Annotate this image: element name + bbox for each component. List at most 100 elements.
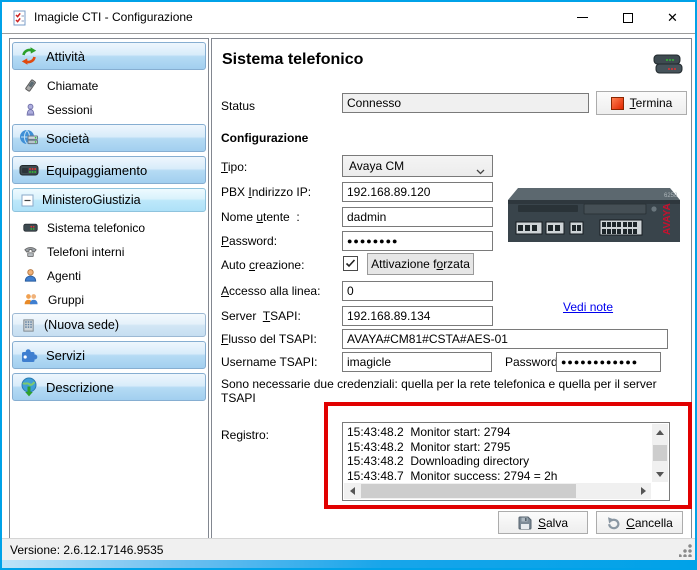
- sidebar-item-chiamate[interactable]: Chiamate: [12, 75, 206, 96]
- tipo-label: Tipo:: [221, 160, 247, 174]
- arrow-up-icon: [656, 430, 664, 435]
- sidebar-item-label: Descrizione: [46, 380, 114, 395]
- sidebar-item-societa[interactable]: Società: [12, 124, 206, 152]
- arrow-down-icon: [656, 472, 664, 477]
- phone-system-server-icon: [653, 52, 683, 81]
- minimize-button[interactable]: [560, 2, 605, 33]
- mobile-phone-icon: [23, 78, 38, 93]
- sidebar-item-sessioni[interactable]: Sessioni: [12, 99, 206, 120]
- vertical-scrollbar[interactable]: [652, 424, 668, 482]
- cancella-button[interactable]: Cancella: [596, 511, 683, 534]
- termina-label: Termina: [630, 96, 673, 110]
- navigation-sidebar: Attività Chiamate Ses: [9, 38, 209, 540]
- sidebar-item-telefoni-interni[interactable]: Telefoni interni: [12, 241, 206, 262]
- sidebar-item-equipaggiamento[interactable]: Equipaggiamento: [12, 156, 206, 184]
- attivazione-forzata-label: Attivazione forzata: [371, 257, 470, 271]
- sidebar-item-agenti[interactable]: Agenti: [12, 265, 206, 286]
- check-icon: [345, 258, 356, 269]
- salva-button[interactable]: Salva: [498, 511, 588, 534]
- sidebar-item-label: Chiamate: [47, 79, 98, 93]
- window-bottom-border: [2, 560, 695, 568]
- credentials-note: Sono necessarie due credenziali: quella …: [221, 377, 691, 405]
- line-access-label: Accesso alla linea:: [221, 284, 320, 298]
- undo-arrow-icon: [606, 516, 620, 530]
- main-panel: Sistema telefonico Status Termina Config…: [211, 38, 692, 540]
- log-line: 15:43:48.2 Downloading directory: [343, 454, 651, 469]
- tsapi-username-field[interactable]: [342, 352, 492, 372]
- password-label: Password:: [221, 234, 277, 248]
- title-bar[interactable]: Imagicle CTI - Configurazione ✕: [2, 2, 695, 34]
- username-label: Nome utente :: [221, 210, 300, 224]
- termina-button[interactable]: Termina: [596, 91, 687, 115]
- sidebar-item-descrizione[interactable]: Descrizione: [12, 373, 206, 401]
- arrow-left-icon: [350, 487, 355, 495]
- tsapi-password-field[interactable]: [556, 352, 661, 372]
- chevron-down-icon: [476, 164, 485, 178]
- sidebar-item-label: Equipaggiamento: [46, 163, 147, 178]
- username-field[interactable]: [342, 207, 493, 227]
- sidebar-item-label: Servizi: [46, 348, 85, 363]
- sidebar-item-ministerogiustizia[interactable]: MinisteroGiustizia: [12, 188, 206, 212]
- password-field[interactable]: [342, 231, 493, 251]
- close-button[interactable]: ✕: [650, 2, 695, 33]
- sidebar-item-label: Sistema telefonico: [47, 221, 145, 235]
- server-leds-icon: [19, 160, 39, 180]
- status-bar: Versione: 2.6.12.17146.9535: [2, 538, 695, 560]
- device-brand-text: AVAYA: [662, 203, 673, 235]
- scroll-up-button[interactable]: [652, 424, 668, 440]
- autocreate-label: Auto creazione:: [221, 258, 304, 272]
- sidebar-item-label: Gruppi: [48, 293, 84, 307]
- horizontal-scrollbar[interactable]: [344, 483, 651, 499]
- registro-label: Registro:: [221, 428, 269, 442]
- device-model-text: 6258: [664, 193, 678, 199]
- version-text: Versione: 2.6.12.17146.9535: [10, 543, 163, 557]
- sidebar-item-nuova-sede[interactable]: (Nuova sede): [12, 313, 206, 337]
- page-title: Sistema telefonico: [222, 51, 363, 69]
- save-floppy-icon: [518, 516, 532, 530]
- pbx-ip-label: PBX Indirizzo IP:: [221, 185, 311, 199]
- collapse-minus-icon: [21, 194, 34, 207]
- tsapi-server-field[interactable]: [342, 306, 493, 326]
- window-title: Imagicle CTI - Configurazione: [34, 10, 193, 24]
- sidebar-item-attivita[interactable]: Attività: [12, 42, 206, 70]
- resize-grip[interactable]: [679, 544, 692, 557]
- cancella-label: Cancella: [626, 516, 673, 530]
- maximize-button[interactable]: [605, 2, 650, 33]
- attivazione-forzata-button[interactable]: Attivazione forzata: [367, 253, 474, 275]
- sidebar-item-label: Sessioni: [47, 103, 92, 117]
- scroll-down-button[interactable]: [652, 466, 668, 482]
- pbx-ip-field[interactable]: [342, 182, 493, 202]
- sidebar-item-gruppi[interactable]: Gruppi: [12, 289, 206, 310]
- scroll-right-button[interactable]: [635, 483, 651, 499]
- autocreate-checkbox[interactable]: [343, 256, 358, 271]
- vertical-scroll-thumb[interactable]: [653, 445, 667, 461]
- sidebar-item-label: MinisteroGiustizia: [42, 193, 141, 207]
- minimize-icon: [577, 17, 588, 18]
- sidebar-item-label: (Nuova sede): [44, 318, 119, 332]
- sidebar-item-label: Società: [46, 131, 89, 146]
- tsapi-stream-field[interactable]: [342, 329, 668, 349]
- tipo-selected-value: Avaya CM: [349, 159, 404, 173]
- status-field[interactable]: [342, 93, 589, 113]
- pbx-server-icon: [23, 220, 38, 235]
- tsapi-username-label: Username TSAPI:: [221, 355, 317, 369]
- scroll-left-button[interactable]: [344, 483, 360, 499]
- sidebar-item-sistema-telefonico[interactable]: Sistema telefonico: [12, 217, 206, 238]
- agent-person-icon: [23, 268, 38, 283]
- tsapi-stream-label: Flusso del TSAPI:: [221, 332, 317, 346]
- log-line: 15:43:48.7 Monitor success: 2794 = 2h: [343, 469, 651, 483]
- stop-square-icon: [611, 97, 624, 110]
- close-icon: ✕: [667, 11, 678, 24]
- app-window: Imagicle CTI - Configurazione ✕ Attività: [0, 0, 697, 570]
- vedi-note-link[interactable]: Vedi note: [563, 300, 613, 314]
- line-access-field[interactable]: [342, 281, 493, 301]
- sidebar-item-label: Telefoni interni: [47, 245, 124, 259]
- sidebar-item-servizi[interactable]: Servizi: [12, 341, 206, 369]
- tipo-select[interactable]: Avaya CM: [342, 155, 493, 177]
- arrow-right-icon: [641, 487, 646, 495]
- group-people-icon: [23, 292, 39, 307]
- sidebar-item-label: Attività: [46, 49, 85, 64]
- registro-log[interactable]: 15:43:48.2 Monitor start: 2794 15:43:48.…: [342, 422, 670, 501]
- session-person-icon: [23, 102, 38, 117]
- horizontal-scroll-thumb[interactable]: [361, 484, 576, 498]
